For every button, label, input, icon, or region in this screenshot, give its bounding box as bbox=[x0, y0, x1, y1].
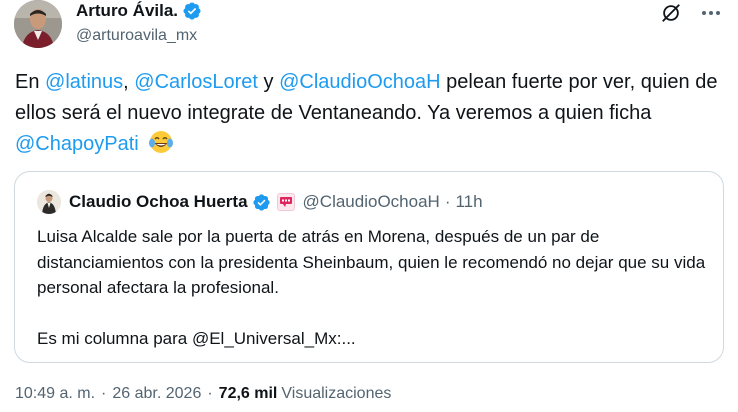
tweet-meta: 10:49 a. m. · 26 abr. 2026 · 72,6 mil Vi… bbox=[15, 385, 391, 403]
quoted-timestamp[interactable]: 11h bbox=[455, 192, 482, 212]
grok-button[interactable] bbox=[658, 0, 684, 26]
author-name-row: Arturo Ávila. bbox=[76, 0, 202, 22]
tweet-text-segment: En bbox=[15, 71, 46, 93]
quoted-tweet-header: Claudio Ochoa Huerta @ClaudioOchoaH · 11… bbox=[37, 189, 483, 215]
affiliate-logo-icon bbox=[279, 197, 292, 207]
post-date[interactable]: 26 abr. 2026 bbox=[112, 385, 201, 403]
mention-link-latinus[interactable]: @latinus bbox=[45, 71, 123, 93]
joy-emoji-icon bbox=[148, 130, 174, 164]
separator-dot: · bbox=[207, 385, 213, 402]
affiliate-badge-icon[interactable] bbox=[276, 193, 295, 211]
tweet-top-actions bbox=[658, 0, 724, 26]
avatar-image bbox=[14, 0, 62, 48]
quoted-tweet-card[interactable]: Claudio Ochoa Huerta @ClaudioOchoaH · 11… bbox=[14, 171, 724, 363]
grok-icon bbox=[662, 4, 680, 22]
more-options-button[interactable] bbox=[698, 0, 724, 26]
more-dots-icon bbox=[702, 11, 720, 15]
tweet-text-segment bbox=[139, 133, 145, 155]
tweet-text: En @latinus, @CarlosLoret y @ClaudioOcho… bbox=[15, 67, 720, 164]
separator-dot: · bbox=[444, 192, 451, 211]
quoted-paragraph: Es mi columna para @El_Universal_Mx:... bbox=[37, 329, 356, 348]
views-label[interactable]: Visualizaciones bbox=[281, 385, 391, 403]
author-handle[interactable]: @arturoavila_mx bbox=[76, 27, 202, 45]
quoted-paragraph: Luisa Alcalde sale por la puerta de atrá… bbox=[37, 227, 706, 297]
author-display-name[interactable]: Arturo Ávila. bbox=[76, 1, 178, 21]
mention-link-carlosloret[interactable]: @CarlosLoret bbox=[134, 71, 258, 93]
quoted-avatar-image bbox=[37, 190, 61, 214]
post-time[interactable]: 10:49 a. m. bbox=[15, 385, 95, 403]
separator-dot: · bbox=[101, 385, 107, 402]
quoted-tweet-body: Luisa Alcalde sale por la puerta de atrá… bbox=[37, 224, 717, 352]
quoted-handle[interactable]: @ClaudioOchoaH bbox=[303, 192, 440, 212]
mention-link-claudioochoah[interactable]: @ClaudioOchoaH bbox=[279, 71, 441, 93]
verified-badge-icon[interactable] bbox=[252, 193, 271, 212]
avatar[interactable] bbox=[14, 0, 62, 48]
author-block: Arturo Ávila. @arturoavila_mx bbox=[76, 0, 202, 45]
quoted-avatar[interactable] bbox=[37, 190, 61, 214]
mention-link-chapoypati[interactable]: @ChapoyPati bbox=[15, 133, 139, 155]
tweet-text-segment: y bbox=[257, 71, 280, 93]
views-count: 72,6 mil bbox=[218, 385, 278, 402]
quoted-display-name[interactable]: Claudio Ochoa Huerta bbox=[69, 192, 248, 212]
verified-badge-icon[interactable] bbox=[182, 1, 202, 21]
tweet-text-segment: , bbox=[123, 71, 135, 93]
